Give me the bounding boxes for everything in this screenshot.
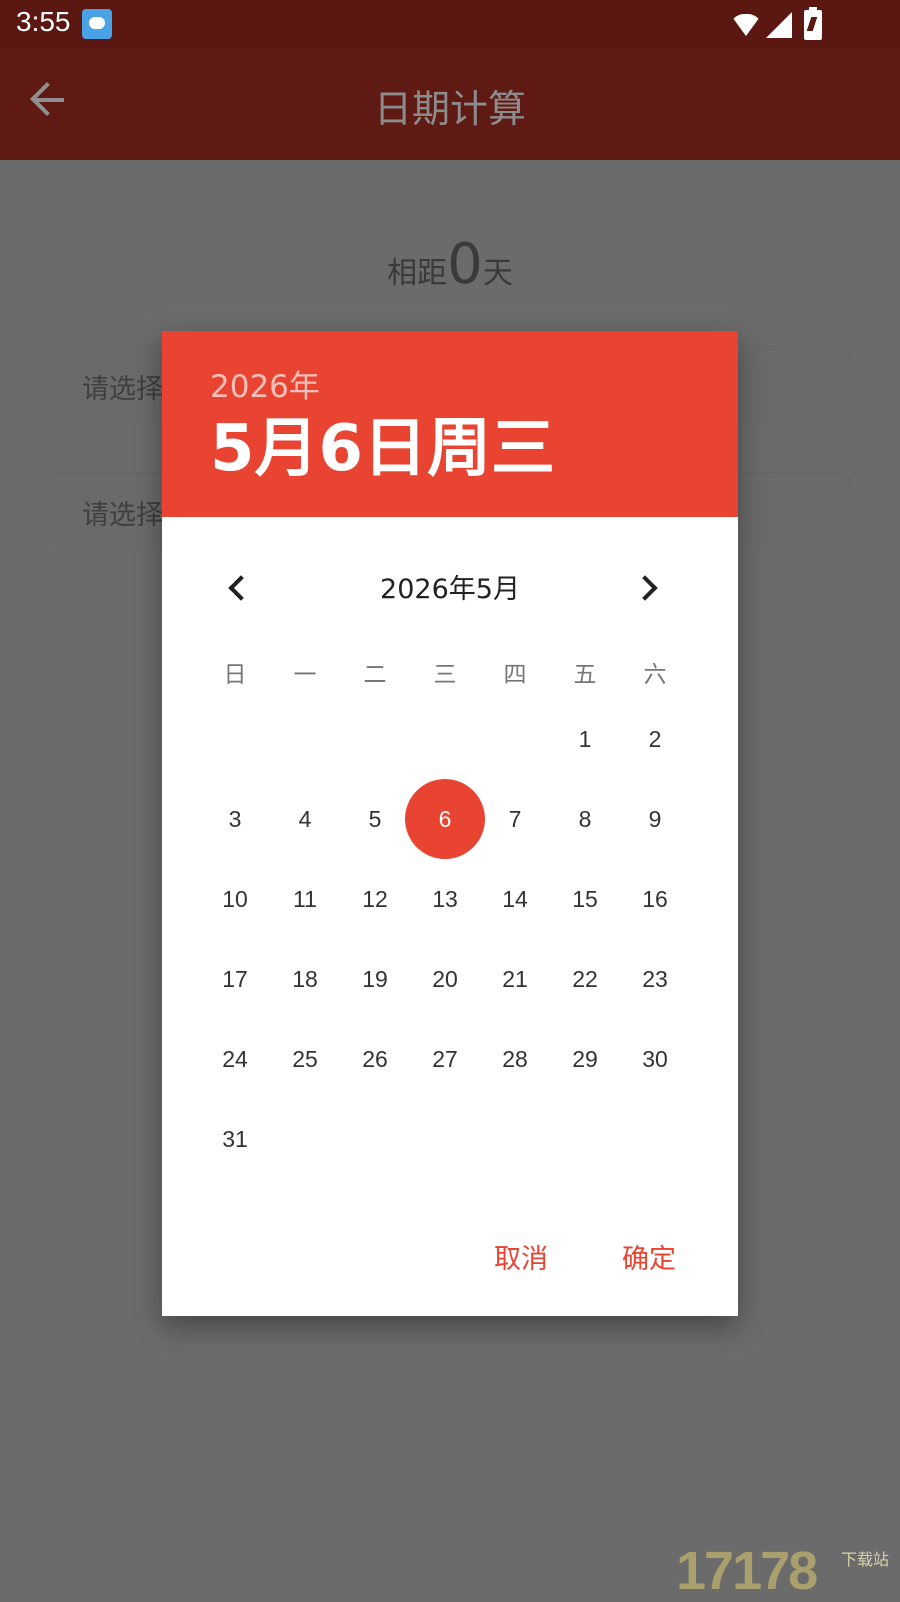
day-cell[interactable]: 7 xyxy=(480,784,550,854)
cancel-button[interactable]: 取消 xyxy=(494,1237,548,1276)
start-date-placeholder: 请选择 xyxy=(82,374,163,405)
distance-suffix: 天 xyxy=(482,256,513,291)
day-cell[interactable]: 25 xyxy=(270,1024,340,1094)
day-cell[interactable]: 20 xyxy=(410,944,480,1014)
weekday-header: 日 一 二 三 四 五 六 xyxy=(200,655,690,695)
app-notification-icon xyxy=(82,9,112,39)
page-title: 日期计算 xyxy=(373,87,526,131)
day-cell[interactable]: 16 xyxy=(620,864,690,934)
day-cell[interactable]: 28 xyxy=(480,1024,550,1094)
battery-icon xyxy=(804,7,822,40)
watermark-logo: 17178 下载站 xyxy=(676,1540,894,1601)
day-cell[interactable]: 27 xyxy=(410,1024,480,1094)
wifi-icon xyxy=(730,14,762,36)
day-cell[interactable]: 19 xyxy=(340,944,410,1014)
day-cell[interactable]: 15 xyxy=(550,864,620,934)
status-time: 3:55 xyxy=(16,6,71,37)
weekday-label: 六 xyxy=(643,662,667,688)
day-cell[interactable]: 4 xyxy=(270,784,340,854)
distance-value: 0 xyxy=(447,232,483,297)
day-cell[interactable]: 18 xyxy=(270,944,340,1014)
watermark-subtext: 下载站 xyxy=(841,1550,890,1569)
ok-button[interactable]: 确定 xyxy=(622,1237,676,1276)
day-cell[interactable]: 30 xyxy=(620,1024,690,1094)
day-cell[interactable]: 11 xyxy=(270,864,340,934)
day-cell[interactable]: 1 xyxy=(550,704,620,774)
status-bar: 3:55 xyxy=(0,0,900,48)
day-cell[interactable]: 14 xyxy=(480,864,550,934)
day-cell[interactable]: 13 xyxy=(410,864,480,934)
day-cell[interactable]: 24 xyxy=(200,1024,270,1094)
app-bar: 日期计算 xyxy=(0,48,900,160)
weekday-label: 五 xyxy=(573,662,597,688)
distance-summary: 相距0天 xyxy=(0,232,900,297)
date-picker-header: 2026年 5月6日周三 xyxy=(162,331,738,517)
day-cell[interactable]: 29 xyxy=(550,1024,620,1094)
signal-icon xyxy=(766,12,792,38)
end-date-placeholder: 请选择 xyxy=(82,500,163,531)
weekday-label: 日 xyxy=(223,662,247,688)
weekday-label: 三 xyxy=(433,662,457,688)
day-cell[interactable]: 8 xyxy=(550,784,620,854)
day-cell[interactable]: 31 xyxy=(200,1104,270,1174)
day-cell[interactable]: 23 xyxy=(620,944,690,1014)
weekday-label: 二 xyxy=(363,662,387,688)
distance-prefix: 相距 xyxy=(387,256,448,291)
watermark-text: 17178 xyxy=(676,1541,818,1601)
status-icons xyxy=(730,7,850,40)
day-cell[interactable]: 12 xyxy=(340,864,410,934)
day-cell[interactable]: 17 xyxy=(200,944,270,1014)
selected-date: 5月6日周三 xyxy=(210,412,556,486)
calendar-days: 1 2 3 4 5 6 7 8 9 10 11 12 13 14 15 16 1… xyxy=(200,704,690,1184)
date-picker-dialog: 2026年 5月6日周三 2026年5月 日 一 二 三 四 五 六 1 2 3… xyxy=(162,331,738,1316)
day-cell[interactable]: 3 xyxy=(200,784,270,854)
selected-day[interactable]: 6 xyxy=(405,779,485,859)
weekday-label: 四 xyxy=(503,662,527,688)
day-cell[interactable]: 2 xyxy=(620,704,690,774)
day-cell[interactable]: 22 xyxy=(550,944,620,1014)
day-cell[interactable]: 5 xyxy=(340,784,410,854)
day-cell[interactable]: 26 xyxy=(340,1024,410,1094)
day-cell[interactable]: 9 xyxy=(620,784,690,854)
weekday-label: 一 xyxy=(293,662,317,688)
day-cell[interactable]: 21 xyxy=(480,944,550,1014)
next-month-button[interactable] xyxy=(630,569,666,605)
day-cell[interactable]: 10 xyxy=(200,864,270,934)
